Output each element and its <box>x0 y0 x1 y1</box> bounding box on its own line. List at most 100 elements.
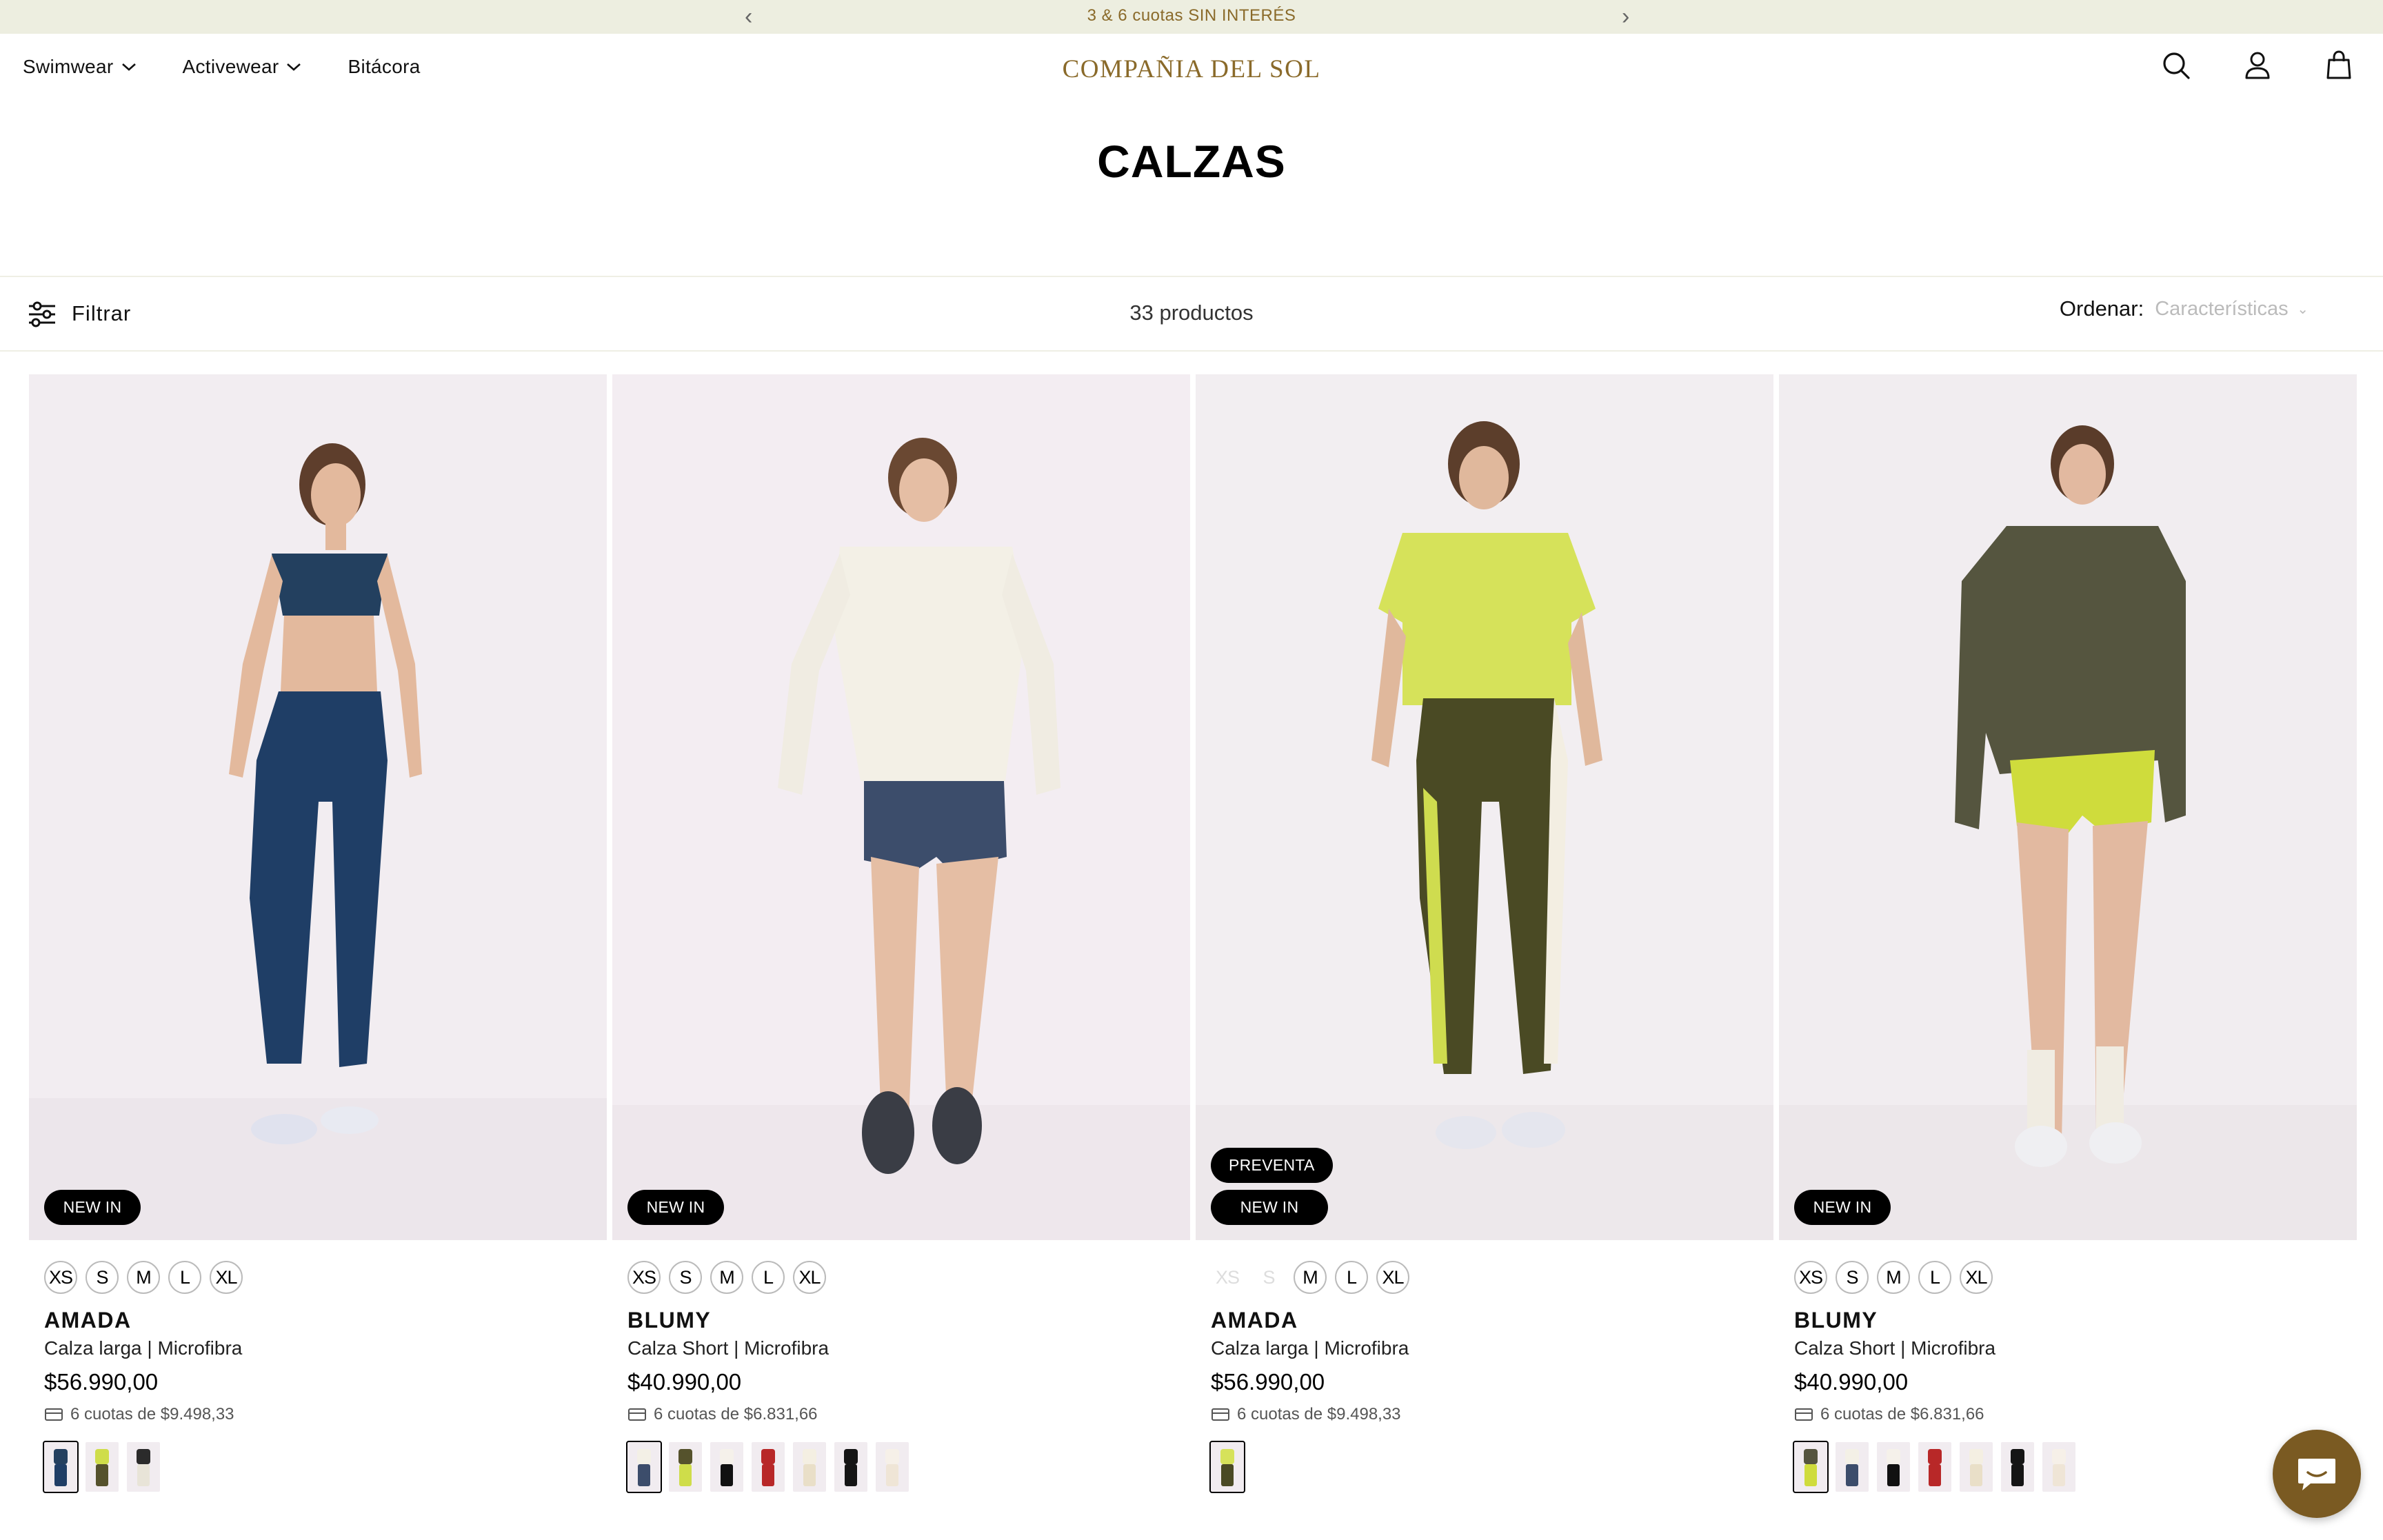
color-swatch[interactable] <box>2001 1442 2034 1492</box>
sort-control: Ordenar: Características ⌄ <box>2060 296 2309 321</box>
size-option[interactable]: M <box>127 1261 160 1294</box>
product-image[interactable]: PREVENTA NEW IN <box>1196 374 1773 1240</box>
product-name[interactable]: AMADA <box>44 1308 607 1333</box>
product-price: $56.990,00 <box>1211 1369 1325 1395</box>
color-swatch[interactable] <box>127 1442 160 1492</box>
chevron-right-icon[interactable]: › <box>1622 3 1629 30</box>
product-card[interactable]: NEW IN XS S M L XL AMADA Calza larga | M… <box>29 374 607 1493</box>
badge-group: NEW IN <box>627 1190 724 1225</box>
size-option[interactable]: L <box>1335 1261 1368 1294</box>
header-actions <box>2160 49 2355 82</box>
size-option[interactable]: L <box>168 1261 201 1294</box>
color-swatch[interactable] <box>86 1442 119 1492</box>
product-card[interactable]: NEW IN XS S M L XL BLUMY Calza Short | M… <box>1779 374 2357 1493</box>
color-swatch[interactable] <box>876 1442 909 1492</box>
size-list: XS S M L XL <box>627 1261 1190 1294</box>
product-price: $56.990,00 <box>44 1369 159 1395</box>
cart-icon[interactable] <box>2322 49 2355 82</box>
product-price: $40.990,00 <box>627 1369 742 1395</box>
collection-toolbar: Filtrar 33 productos Ordenar: Caracterís… <box>0 276 2383 352</box>
credit-card-icon <box>1211 1408 1229 1421</box>
credit-card-icon <box>628 1408 646 1421</box>
color-swatch[interactable] <box>626 1441 662 1493</box>
size-option[interactable]: XL <box>1960 1261 1993 1294</box>
installments-info: 6 cuotas de $6.831,66 <box>1794 1405 2357 1424</box>
color-swatch[interactable] <box>710 1442 743 1492</box>
size-option[interactable]: XL <box>1376 1261 1409 1294</box>
color-swatch[interactable] <box>793 1442 826 1492</box>
site-header: Swimwear Activewear Bitácora COMPAÑIA DE… <box>0 34 2383 103</box>
color-swatch[interactable] <box>43 1441 79 1493</box>
badge-new-in: NEW IN <box>1794 1190 1891 1225</box>
badge-preventa: PREVENTA <box>1211 1148 1333 1183</box>
badge-group: NEW IN <box>1794 1190 1891 1225</box>
installments-info: 6 cuotas de $9.498,33 <box>44 1405 607 1424</box>
color-swatch[interactable] <box>1918 1442 1951 1492</box>
color-swatch[interactable] <box>834 1442 867 1492</box>
product-info: XS S M L XL BLUMY Calza Short | Microfib… <box>612 1240 1190 1493</box>
size-option-unavailable: S <box>1263 1266 1275 1288</box>
installments-text: 6 cuotas de $6.831,66 <box>1820 1405 1984 1424</box>
size-option[interactable]: M <box>710 1261 743 1294</box>
color-swatch[interactable] <box>1960 1442 1993 1492</box>
size-option[interactable]: XL <box>210 1261 243 1294</box>
size-option[interactable]: S <box>1836 1261 1869 1294</box>
product-image[interactable]: NEW IN <box>29 374 607 1240</box>
size-option[interactable]: M <box>1877 1261 1910 1294</box>
product-image[interactable]: NEW IN <box>612 374 1190 1240</box>
size-list: XS S M L XL <box>44 1261 607 1294</box>
color-swatch[interactable] <box>669 1442 702 1492</box>
size-option[interactable]: M <box>1294 1261 1327 1294</box>
chat-icon <box>2298 1459 2335 1490</box>
chevron-down-icon: ⌄ <box>2297 301 2309 317</box>
badge-new-in: NEW IN <box>44 1190 141 1225</box>
product-info: XS S M L XL AMADA Calza larga | Microfib… <box>29 1240 607 1493</box>
installments-text: 6 cuotas de $6.831,66 <box>654 1405 818 1424</box>
product-card[interactable]: PREVENTA NEW IN XS S M L XL AMADA Calza … <box>1196 374 1773 1493</box>
product-photo-figure <box>29 374 607 1240</box>
chat-button[interactable] <box>2273 1430 2361 1518</box>
page-title: CALZAS <box>1097 136 1286 187</box>
announcement-message: 3 & 6 cuotas SIN INTERÉS <box>1087 6 1296 25</box>
product-name[interactable]: AMADA <box>1211 1308 1773 1333</box>
product-description: Calza larga | Microfibra <box>44 1337 243 1359</box>
credit-card-icon <box>45 1408 63 1421</box>
brand-logo[interactable]: COMPAÑIA DEL SOL <box>0 54 2383 84</box>
color-swatches <box>1209 1441 1773 1493</box>
size-option[interactable]: L <box>752 1261 785 1294</box>
sort-select[interactable]: Características <box>2155 298 2300 321</box>
badge-group: NEW IN <box>44 1190 141 1225</box>
account-icon[interactable] <box>2241 49 2274 82</box>
size-option[interactable]: L <box>1918 1261 1951 1294</box>
product-description: Calza larga | Microfibra <box>1211 1337 1409 1359</box>
product-photo-figure <box>1779 374 2357 1240</box>
color-swatch[interactable] <box>1877 1442 1910 1492</box>
product-card[interactable]: NEW IN XS S M L XL BLUMY Calza Short | M… <box>612 374 1190 1493</box>
product-grid: NEW IN XS S M L XL AMADA Calza larga | M… <box>29 374 2357 1493</box>
installments-info: 6 cuotas de $6.831,66 <box>627 1405 1190 1424</box>
size-option[interactable]: XL <box>793 1261 826 1294</box>
size-list: XS S M L XL <box>1211 1261 1773 1294</box>
color-swatch[interactable] <box>1209 1441 1245 1493</box>
credit-card-icon <box>1795 1408 1813 1421</box>
size-option[interactable]: S <box>86 1261 119 1294</box>
color-swatches <box>1793 1441 2357 1493</box>
size-list: XS S M L XL <box>1794 1261 2357 1294</box>
color-swatch[interactable] <box>1836 1442 1869 1492</box>
product-name[interactable]: BLUMY <box>1794 1308 2357 1333</box>
product-price: $40.990,00 <box>1794 1369 1909 1395</box>
color-swatch[interactable] <box>2042 1442 2075 1492</box>
badge-new-in: NEW IN <box>1211 1190 1328 1225</box>
color-swatch[interactable] <box>1793 1441 1829 1493</box>
size-option[interactable]: XS <box>44 1261 77 1294</box>
search-icon[interactable] <box>2160 49 2193 82</box>
size-option[interactable]: XS <box>1794 1261 1827 1294</box>
product-name[interactable]: BLUMY <box>627 1308 1190 1333</box>
product-description: Calza Short | Microfibra <box>627 1337 829 1359</box>
size-option[interactable]: XS <box>627 1261 661 1294</box>
product-image[interactable]: NEW IN <box>1779 374 2357 1240</box>
product-photo-figure <box>612 374 1190 1240</box>
color-swatch[interactable] <box>752 1442 785 1492</box>
size-option-unavailable: XS <box>1215 1266 1240 1288</box>
size-option[interactable]: S <box>669 1261 702 1294</box>
